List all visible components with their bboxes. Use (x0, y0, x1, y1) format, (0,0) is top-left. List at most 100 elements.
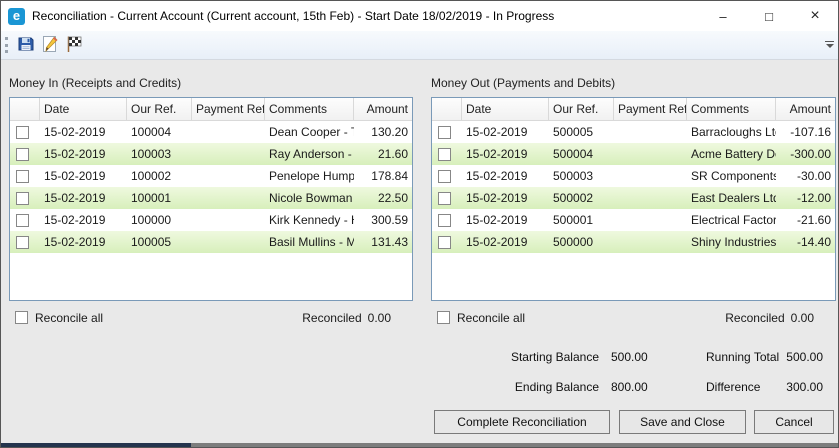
reconcile-all-label: Reconcile all (457, 311, 525, 325)
row-checkbox[interactable] (438, 236, 451, 249)
money-out-panel: Money Out (Payments and Debits) Date Our… (431, 76, 836, 301)
window-bottom-border (191, 443, 838, 447)
header-payment-ref[interactable]: Payment Ref. (614, 98, 687, 120)
cell-date: 15-02-2019 (40, 191, 127, 205)
row-checkbox[interactable] (438, 214, 451, 227)
header-payment-ref[interactable]: Payment Ref. (192, 98, 265, 120)
header-checkbox-column[interactable] (10, 98, 40, 120)
dialog-body: Money In (Receipts and Credits) Date Our… (1, 60, 838, 447)
cell-amount: 131.43 (354, 235, 412, 249)
close-button[interactable]: × (792, 1, 838, 31)
header-our-ref[interactable]: Our Ref. (127, 98, 192, 120)
row-checkbox[interactable] (16, 214, 29, 227)
cell-amount: -21.60 (776, 213, 835, 227)
row-checkbox[interactable] (16, 170, 29, 183)
toolbar-overflow-button[interactable] (825, 41, 834, 48)
row-checkbox[interactable] (16, 148, 29, 161)
cell-amount: -12.00 (776, 191, 835, 205)
cell-date: 15-02-2019 (462, 191, 549, 205)
cell-date: 15-02-2019 (462, 125, 549, 139)
money-in-table: Date Our Ref. Payment Ref. Comments Amou… (9, 97, 413, 301)
cell-our-ref: 100004 (127, 125, 192, 139)
row-checkbox[interactable] (438, 192, 451, 205)
table-row[interactable]: 15-02-2019 500002 East Dealers Ltd -12.0… (432, 187, 835, 209)
reconciled-label: Reconciled (725, 311, 784, 325)
cell-date: 15-02-2019 (462, 169, 549, 183)
cell-date: 15-02-2019 (462, 147, 549, 161)
row-checkbox[interactable] (16, 236, 29, 249)
row-checkbox[interactable] (438, 170, 451, 183)
cell-our-ref: 500005 (549, 125, 614, 139)
header-comments[interactable]: Comments (265, 98, 354, 120)
row-checkbox[interactable] (438, 148, 451, 161)
table-row[interactable]: 15-02-2019 100004 Dean Cooper - T 130.20 (10, 121, 412, 143)
table-row[interactable]: 15-02-2019 100002 Penelope Hump 178.84 (10, 165, 412, 187)
money-in-footer: Reconcile all Reconciled0.00 (9, 309, 413, 326)
complete-reconciliation-button[interactable]: Complete Reconciliation (434, 410, 610, 434)
table-row[interactable]: 15-02-2019 500005 Barracloughs Ltd -107.… (432, 121, 835, 143)
chevron-down-icon (826, 44, 834, 48)
header-checkbox-column[interactable] (432, 98, 462, 120)
reconciled-value: 0.00 (791, 311, 814, 325)
header-amount[interactable]: Amount (354, 98, 412, 120)
finish-flag-icon (64, 34, 84, 57)
cell-amount: 22.50 (354, 191, 412, 205)
reconcile-all-checkbox[interactable] (15, 311, 28, 324)
row-checkbox[interactable] (16, 126, 29, 139)
cell-our-ref: 500002 (549, 191, 614, 205)
money-out-table: Date Our Ref. Payment Ref. Comments Amou… (431, 97, 836, 301)
cell-comments: Dean Cooper - T (265, 125, 354, 139)
money-in-header-row: Date Our Ref. Payment Ref. Comments Amou… (10, 98, 412, 121)
cell-comments: Acme Battery De (687, 147, 776, 161)
maximize-button[interactable]: □ (746, 1, 792, 31)
starting-balance-value: 500.00 (611, 350, 648, 364)
table-row[interactable]: 15-02-2019 100003 Ray Anderson - 21.60 (10, 143, 412, 165)
ending-balance-label: Ending Balance (431, 380, 599, 394)
money-out-footer: Reconcile all Reconciled 0.00 (431, 309, 836, 326)
money-in-panel: Money In (Receipts and Credits) Date Our… (9, 76, 413, 301)
cell-our-ref: 100001 (127, 191, 192, 205)
minimize-button[interactable]: – (700, 1, 746, 31)
header-date[interactable]: Date (462, 98, 549, 120)
cell-comments: SR Components (687, 169, 776, 183)
save-and-close-button[interactable]: Save and Close (619, 410, 746, 434)
cell-amount: 178.84 (354, 169, 412, 183)
header-date[interactable]: Date (40, 98, 127, 120)
header-comments[interactable]: Comments (687, 98, 776, 120)
cell-comments: Electrical Factors (687, 213, 776, 227)
money-out-header-row: Date Our Ref. Payment Ref. Comments Amou… (432, 98, 835, 121)
cancel-button[interactable]: Cancel (754, 410, 834, 434)
cell-amount: 300.59 (354, 213, 412, 227)
reconciled-total: Reconciled0.00 (299, 311, 391, 325)
table-row[interactable]: 15-02-2019 500000 Shiny Industries -14.4… (432, 231, 835, 253)
table-row[interactable]: 15-02-2019 500003 SR Components -30.00 (432, 165, 835, 187)
table-row[interactable]: 15-02-2019 100001 Nicole Bowman 22.50 (10, 187, 412, 209)
cell-date: 15-02-2019 (40, 147, 127, 161)
ending-balance-value: 800.00 (611, 380, 648, 394)
cell-comments: Barracloughs Ltd (687, 125, 776, 139)
header-our-ref[interactable]: Our Ref. (549, 98, 614, 120)
money-out-title: Money Out (Payments and Debits) (431, 76, 836, 97)
table-row[interactable]: 15-02-2019 100005 Basil Mullins - M 131.… (10, 231, 412, 253)
toolbar-grip-handle[interactable] (5, 37, 8, 53)
table-row[interactable]: 15-02-2019 500004 Acme Battery De -300.0… (432, 143, 835, 165)
cell-our-ref: 500001 (549, 213, 614, 227)
cell-amount: -14.40 (776, 235, 835, 249)
save-button[interactable] (14, 33, 38, 57)
row-checkbox[interactable] (16, 192, 29, 205)
complete-reconciliation-flag-button[interactable] (62, 33, 86, 57)
running-total-value: 500.00 (743, 350, 823, 364)
cell-amount: 21.60 (354, 147, 412, 161)
table-row[interactable]: 15-02-2019 500001 Electrical Factors -21… (432, 209, 835, 231)
edit-button[interactable] (38, 33, 62, 57)
reconcile-all-checkbox[interactable] (437, 311, 450, 324)
reconciled-total: Reconciled 0.00 (722, 311, 814, 325)
cell-our-ref: 500000 (549, 235, 614, 249)
cell-our-ref: 100005 (127, 235, 192, 249)
reconciled-label: Reconciled (302, 311, 361, 325)
table-row[interactable]: 15-02-2019 100000 Kirk Kennedy - H 300.5… (10, 209, 412, 231)
cell-date: 15-02-2019 (40, 169, 127, 183)
row-checkbox[interactable] (438, 126, 451, 139)
header-amount[interactable]: Amount (776, 98, 835, 120)
cell-date: 15-02-2019 (40, 125, 127, 139)
